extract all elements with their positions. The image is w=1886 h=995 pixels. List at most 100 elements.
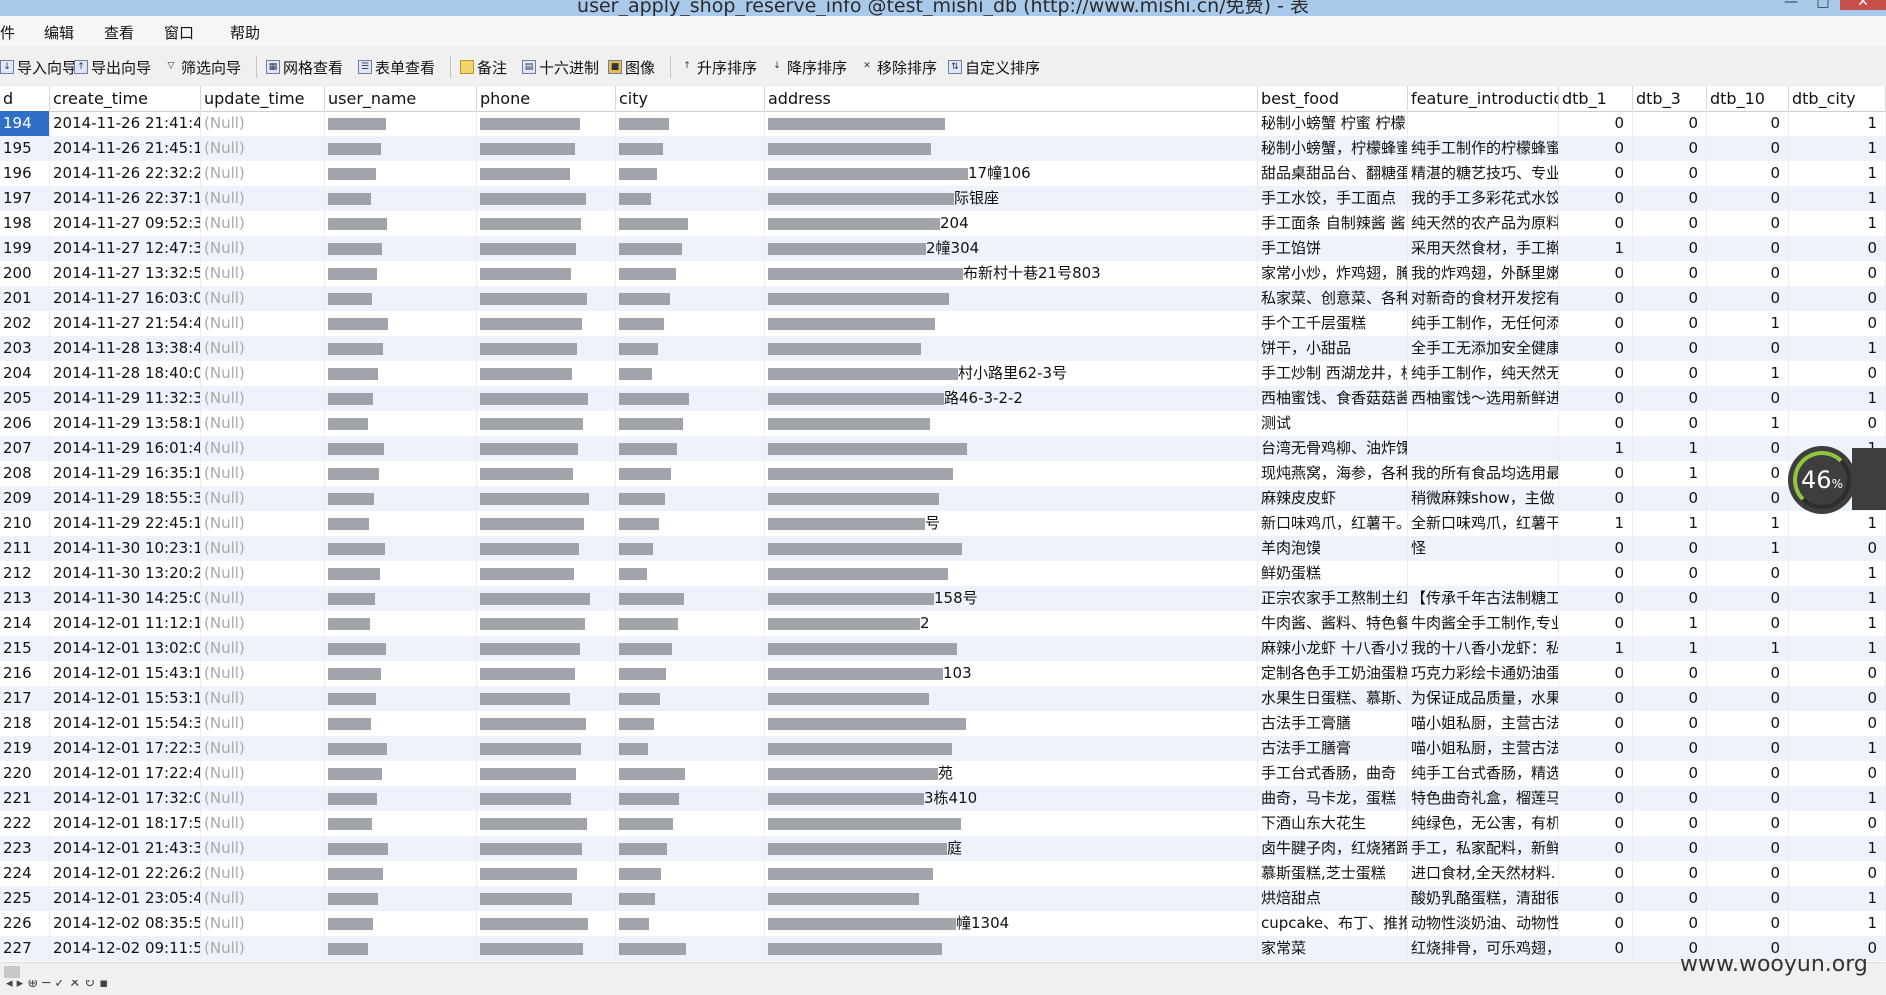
cell-feature-introduction[interactable]: 进口食材,全天然材料. <box>1408 861 1559 886</box>
cell-create-time[interactable]: 2014-12-02 08:35:52 <box>50 911 201 936</box>
cell-phone[interactable] <box>477 486 616 511</box>
cell-dtb-3[interactable]: 0 <box>1633 586 1707 611</box>
table-row[interactable]: 227 2014-12-02 09:11:50 (Null) 家常菜 红烧排骨，可乐鸡翅… <box>0 936 1886 961</box>
memo-button[interactable]: 备注 <box>460 57 507 77</box>
cell-dtb-3[interactable]: 0 <box>1633 786 1707 811</box>
cell-dtb-1[interactable]: 0 <box>1559 386 1633 411</box>
table-row[interactable]: 223 2014-12-01 21:43:34 (Null) 庭 卤牛腱子肉，红烧猪蹄手… <box>0 836 1886 861</box>
cell-dtb-10[interactable]: 0 <box>1707 186 1789 211</box>
cell-dtb-3[interactable]: 0 <box>1633 911 1707 936</box>
cell-feature-introduction[interactable]: 喵小姐私厨，主营古法 <box>1408 736 1559 761</box>
cell-feature-introduction[interactable]: 巧克力彩绘卡通奶油蛋 <box>1408 661 1559 686</box>
cell-create-time[interactable]: 2014-11-28 13:38:44 <box>50 336 201 361</box>
cell-create-time[interactable]: 2014-11-26 22:32:23 <box>50 161 201 186</box>
cell-dtb-city[interactable]: 0 <box>1789 361 1886 386</box>
table-row[interactable]: 211 2014-11-30 10:23:12 (Null) 羊肉泡馍 怪 0 0 1 0 <box>0 536 1886 561</box>
cell-id[interactable]: 218 <box>0 711 50 736</box>
cell-dtb-10[interactable]: 0 <box>1707 786 1789 811</box>
cell-address[interactable] <box>765 461 1258 486</box>
cell-best-food[interactable]: 下酒山东大花生 <box>1258 811 1408 836</box>
cell-dtb-1[interactable]: 0 <box>1559 836 1633 861</box>
cell-dtb-1[interactable]: 0 <box>1559 336 1633 361</box>
cell-city[interactable] <box>616 861 765 886</box>
cell-feature-introduction[interactable]: 纯手工制作的柠檬蜂蜜 <box>1408 136 1559 161</box>
cell-id[interactable]: 197 <box>0 186 50 211</box>
cell-feature-introduction[interactable]: 纯天然的农产品为原料 <box>1408 211 1559 236</box>
cell-dtb-10[interactable]: 0 <box>1707 211 1789 236</box>
cell-id[interactable]: 212 <box>0 561 50 586</box>
cell-user-name[interactable] <box>325 861 477 886</box>
cell-feature-introduction[interactable]: 纯手工台式香肠，精选 <box>1408 761 1559 786</box>
cell-city[interactable] <box>616 536 765 561</box>
cell-phone[interactable] <box>477 361 616 386</box>
cell-best-food[interactable]: 手工水饺，手工面点 <box>1258 186 1408 211</box>
cell-id[interactable]: 210 <box>0 511 50 536</box>
cell-dtb-3[interactable]: 0 <box>1633 536 1707 561</box>
cell-dtb-city[interactable]: 0 <box>1789 811 1886 836</box>
table-row[interactable]: 215 2014-12-01 13:02:08 (Null) 麻辣小龙虾 十八香小龙我… <box>0 636 1886 661</box>
table-row[interactable]: 202 2014-11-27 21:54:45 (Null) 手个工千层蛋糕 纯手工制作… <box>0 311 1886 336</box>
table-row[interactable]: 219 2014-12-01 17:22:37 (Null) 古法手工膳膏 喵小姐私厨，… <box>0 736 1886 761</box>
cell-create-time[interactable]: 2014-12-01 17:22:40 <box>50 761 201 786</box>
cell-dtb-10[interactable]: 0 <box>1707 611 1789 636</box>
cell-update-time[interactable]: (Null) <box>201 286 325 311</box>
cell-dtb-city[interactable]: 1 <box>1789 136 1886 161</box>
cell-dtb-city[interactable]: 0 <box>1789 761 1886 786</box>
cell-best-food[interactable]: 手个工千层蛋糕 <box>1258 311 1408 336</box>
cell-best-food[interactable]: 麻辣皮皮虾 <box>1258 486 1408 511</box>
cell-create-time[interactable]: 2014-11-27 16:03:07 <box>50 286 201 311</box>
cell-phone[interactable] <box>477 161 616 186</box>
table-row[interactable]: 218 2014-12-01 15:54:36 (Null) 古法手工膏膳 喵小姐私厨，… <box>0 711 1886 736</box>
cell-phone[interactable] <box>477 286 616 311</box>
table-row[interactable]: 224 2014-12-01 22:26:28 (Null) 慕斯蛋糕,芝士蛋糕 进口食… <box>0 861 1886 886</box>
cell-dtb-3[interactable]: 0 <box>1633 686 1707 711</box>
cell-create-time[interactable]: 2014-12-01 23:05:44 <box>50 886 201 911</box>
cell-dtb-city[interactable]: 0 <box>1789 261 1886 286</box>
cell-update-time[interactable]: (Null) <box>201 311 325 336</box>
cell-address[interactable]: 庭 <box>765 836 1258 861</box>
cell-dtb-1[interactable]: 1 <box>1559 511 1633 536</box>
cell-dtb-3[interactable]: 0 <box>1633 886 1707 911</box>
cell-dtb-3[interactable]: 0 <box>1633 761 1707 786</box>
cell-city[interactable] <box>616 311 765 336</box>
table-row[interactable]: 197 2014-11-26 22:37:17 (Null) 际银座 手工水饺，手工面点… <box>0 186 1886 211</box>
cell-dtb-10[interactable]: 0 <box>1707 111 1789 136</box>
cell-dtb-3[interactable]: 0 <box>1633 486 1707 511</box>
cell-id[interactable]: 199 <box>0 236 50 261</box>
cell-dtb-10[interactable]: 1 <box>1707 361 1789 386</box>
cell-update-time[interactable]: (Null) <box>201 236 325 261</box>
hex-button[interactable]: ▤ 十六进制 <box>522 57 599 77</box>
cell-best-food[interactable]: 手工馅饼 <box>1258 236 1408 261</box>
cell-dtb-3[interactable]: 1 <box>1633 636 1707 661</box>
table-row[interactable]: 217 2014-12-01 15:53:11 (Null) 水果生日蛋糕、慕斯、 为保… <box>0 686 1886 711</box>
cell-id[interactable]: 217 <box>0 686 50 711</box>
cell-phone[interactable] <box>477 811 616 836</box>
cell-dtb-city[interactable]: 1 <box>1789 836 1886 861</box>
cell-dtb-3[interactable]: 0 <box>1633 861 1707 886</box>
cell-feature-introduction[interactable]: 喵小姐私厨，主营古法 <box>1408 711 1559 736</box>
cell-dtb-1[interactable]: 1 <box>1559 436 1633 461</box>
cell-user-name[interactable] <box>325 411 477 436</box>
cell-best-food[interactable]: 秘制小螃蟹，柠檬蜂蜜 <box>1258 136 1408 161</box>
cell-city[interactable] <box>616 736 765 761</box>
cell-phone[interactable] <box>477 711 616 736</box>
cell-city[interactable] <box>616 911 765 936</box>
cell-city[interactable] <box>616 711 765 736</box>
cell-dtb-10[interactable]: 1 <box>1707 311 1789 336</box>
cell-create-time[interactable]: 2014-11-28 18:40:09 <box>50 361 201 386</box>
cell-dtb-city[interactable]: 0 <box>1789 661 1886 686</box>
cell-user-name[interactable] <box>325 611 477 636</box>
cell-city[interactable] <box>616 211 765 236</box>
cell-dtb-1[interactable]: 0 <box>1559 136 1633 161</box>
cell-phone[interactable] <box>477 311 616 336</box>
cell-best-food[interactable]: cupcake、布丁、推推 <box>1258 911 1408 936</box>
cell-address[interactable]: 号 <box>765 511 1258 536</box>
cell-dtb-3[interactable]: 1 <box>1633 436 1707 461</box>
cell-feature-introduction[interactable]: 稍微麻辣show，主做 <box>1408 486 1559 511</box>
menu-view[interactable]: 查看 <box>104 22 134 43</box>
close-button[interactable]: ✕ <box>1840 0 1886 10</box>
cell-user-name[interactable] <box>325 636 477 661</box>
cell-create-time[interactable]: 2014-12-01 18:17:58 <box>50 811 201 836</box>
table-row[interactable]: 209 2014-11-29 18:55:37 (Null) 麻辣皮皮虾 稍微麻辣sho… <box>0 486 1886 511</box>
cell-phone[interactable] <box>477 186 616 211</box>
